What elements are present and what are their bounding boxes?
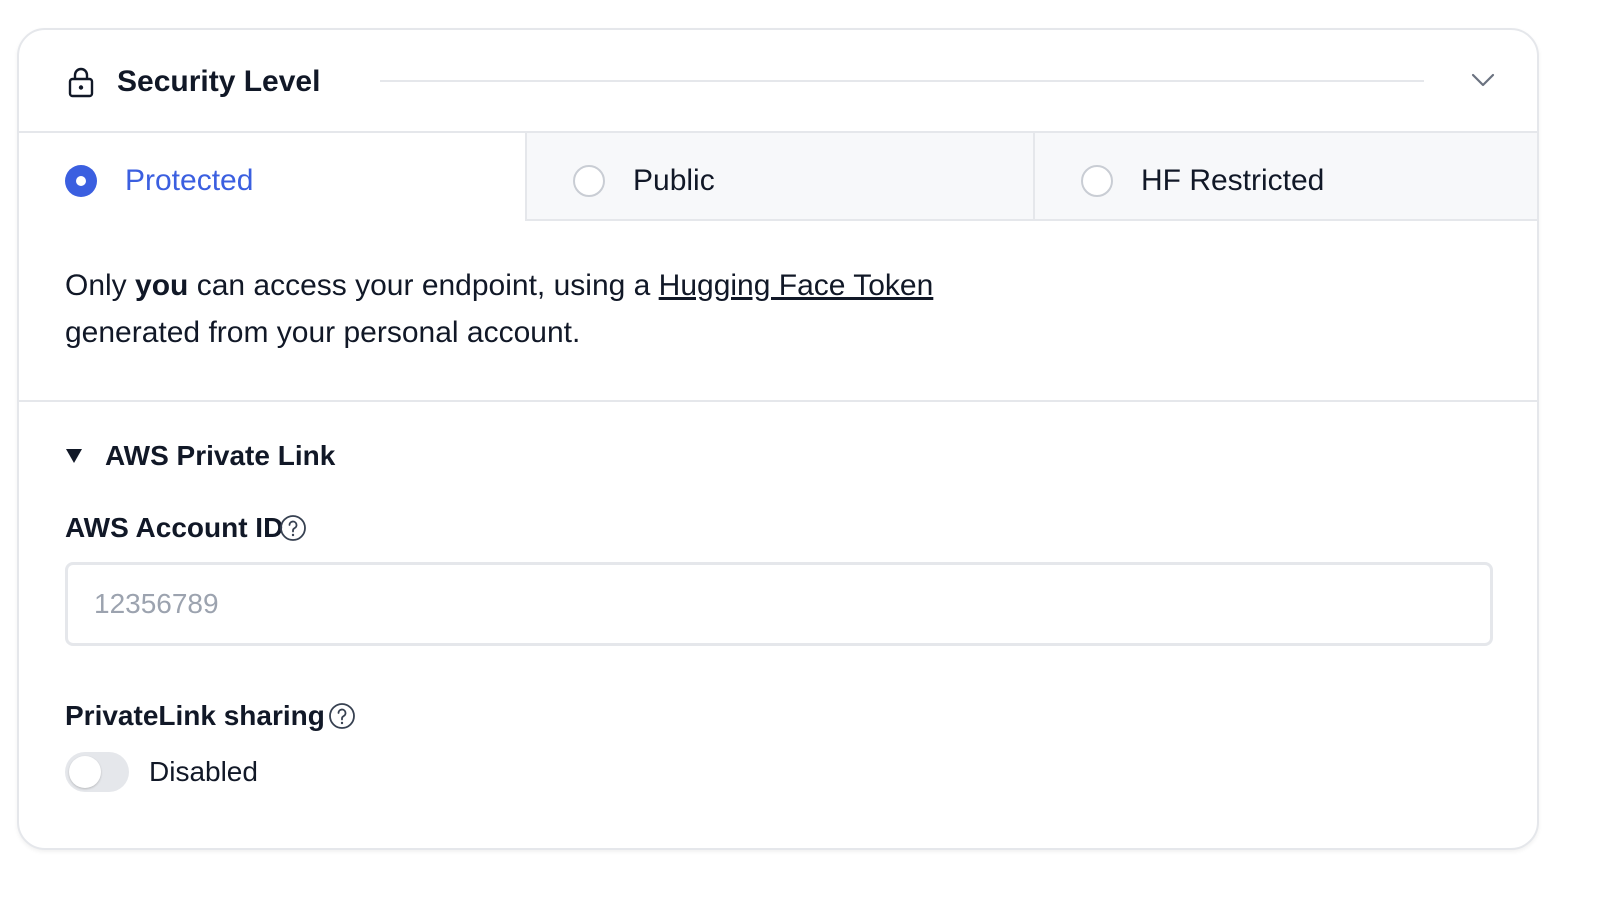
description-text: generated from your personal account. xyxy=(65,316,581,349)
aws-private-link-label: AWS Private Link xyxy=(105,440,336,471)
toggle-status-text: Disabled xyxy=(149,756,258,787)
radio-unselected-icon[interactable] xyxy=(573,165,605,197)
radio-selected-icon[interactable] xyxy=(65,165,97,197)
option-hf-restricted[interactable]: HF Restricted xyxy=(1033,133,1537,221)
aws-account-id-label: AWS Account ID xyxy=(65,512,284,543)
description-text: can access your endpoint, using a xyxy=(188,269,659,302)
header-divider xyxy=(380,80,1424,82)
description-emphasis: you xyxy=(135,269,189,302)
lock-icon xyxy=(68,67,94,98)
help-icon[interactable] xyxy=(279,514,307,542)
description-text: Only xyxy=(65,269,136,302)
radio-unselected-icon[interactable] xyxy=(1081,165,1113,197)
security-level-header[interactable]: Security Level xyxy=(19,30,1537,133)
privatelink-sharing-toggle[interactable] xyxy=(65,752,129,792)
hugging-face-token-link[interactable]: Hugging Face Token xyxy=(659,269,934,302)
aws-account-id-input[interactable] xyxy=(65,562,1493,646)
chevron-down-icon[interactable] xyxy=(1469,70,1497,90)
access-level-options: Protected Public HF Restricted xyxy=(19,133,1537,221)
toggle-knob xyxy=(69,756,101,788)
option-label: Protected xyxy=(125,164,254,197)
section-title: Security Level xyxy=(117,65,321,98)
option-label: HF Restricted xyxy=(1141,164,1325,197)
option-public[interactable]: Public xyxy=(525,133,1033,221)
security-level-card: Security Level Protected Public HF Restr… xyxy=(17,28,1539,850)
option-label: Public xyxy=(633,164,715,197)
option-protected[interactable]: Protected xyxy=(19,133,525,221)
section-divider xyxy=(19,400,1537,402)
caret-down-icon xyxy=(66,449,82,463)
privatelink-sharing-label: PrivateLink sharing xyxy=(65,700,325,731)
access-description: Only you can access your endpoint, using… xyxy=(65,262,1065,356)
help-icon[interactable] xyxy=(328,702,356,730)
